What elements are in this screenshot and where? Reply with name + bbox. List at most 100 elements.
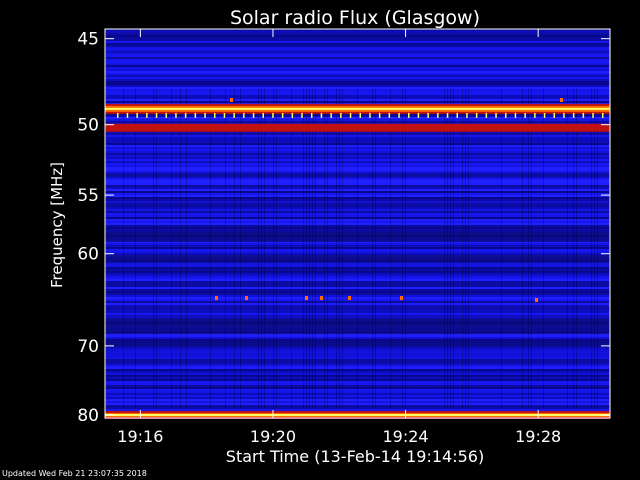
spectrum-row	[105, 61, 610, 63]
spectrogram-chart: 19:16 19:20 19:24 19:28 45 50 55 60 70 80 Solar …	[48, 7, 611, 466]
emission-band	[105, 125, 610, 130]
spectrum-row	[105, 55, 610, 57]
interference-marker	[456, 112, 458, 118]
interference-marker	[388, 112, 391, 118]
texture-column	[135, 89, 136, 408]
y-tick-label: 60	[77, 245, 99, 265]
texture-column	[405, 89, 406, 408]
interference-marker	[223, 112, 226, 118]
hot-spot	[230, 98, 233, 102]
hot-spot	[560, 98, 563, 102]
texture-column	[264, 89, 265, 408]
texture-column	[324, 89, 325, 408]
emission-band-core	[105, 107, 610, 110]
interference-marker	[378, 112, 381, 118]
texture-column	[522, 89, 523, 408]
interference-marker	[311, 112, 313, 118]
texture-column	[453, 89, 454, 408]
interference-marker	[495, 112, 497, 118]
interference-marker	[349, 112, 352, 118]
texture-column	[234, 89, 235, 408]
texture-column	[258, 89, 259, 408]
texture-column	[336, 89, 337, 408]
interference-marker	[524, 112, 526, 118]
x-tick-label: 19:16	[117, 427, 163, 446]
texture-column	[123, 89, 124, 408]
spectrum-row	[105, 43, 610, 45]
interference-marker	[437, 112, 439, 118]
texture-column	[468, 89, 469, 408]
y-tick-label: 80	[77, 406, 99, 426]
interference-marker	[301, 112, 303, 118]
spectrum-row	[105, 45, 610, 47]
spectrum-row	[105, 65, 610, 67]
interference-marker	[514, 112, 517, 118]
texture-column	[543, 89, 544, 408]
texture-column	[591, 89, 592, 408]
interference-marker	[534, 112, 536, 118]
texture-column	[342, 89, 343, 408]
spectrum-row	[105, 41, 610, 43]
spectrum-row	[105, 47, 610, 49]
texture-column	[327, 89, 328, 408]
hot-spot	[535, 298, 538, 302]
texture-column	[576, 89, 577, 408]
spectrum-row	[105, 73, 610, 75]
y-tick-label: 50	[77, 116, 99, 136]
interference-marker	[330, 112, 332, 118]
spectrum-row	[105, 409, 610, 411]
interference-marker	[340, 112, 342, 118]
spectrum-row	[105, 75, 610, 77]
interference-marker	[214, 112, 216, 118]
texture-column	[225, 89, 226, 408]
spectrum-row	[105, 79, 610, 81]
texture-column	[240, 89, 241, 408]
texture-column	[306, 89, 307, 408]
texture-column	[309, 89, 310, 408]
interference-marker	[417, 112, 420, 118]
texture-column	[501, 89, 502, 408]
texture-column	[402, 89, 403, 408]
hot-spot	[305, 296, 308, 300]
texture-column	[357, 89, 358, 408]
interference-marker	[369, 112, 371, 118]
texture-column	[303, 89, 304, 408]
interference-marker	[359, 112, 361, 118]
texture-column	[339, 89, 340, 408]
texture-column	[444, 89, 445, 408]
emission-band-core	[105, 413, 610, 416]
interference-marker	[582, 112, 585, 118]
texture-column	[450, 89, 451, 408]
hot-spot	[215, 296, 218, 300]
texture-column	[171, 89, 172, 408]
interference-marker	[184, 112, 187, 118]
texture-column	[531, 89, 532, 408]
interference-marker	[243, 112, 245, 118]
interference-marker	[427, 112, 429, 118]
interference-marker	[272, 112, 274, 118]
spectrum-row	[105, 53, 610, 55]
texture-column	[261, 89, 262, 408]
y-tick-label: 45	[77, 30, 99, 50]
spectrum-row	[105, 87, 610, 89]
interference-marker	[262, 112, 264, 118]
interference-marker	[466, 112, 468, 118]
spectrum-row	[105, 81, 610, 83]
interference-marker	[572, 112, 575, 118]
spectrum-row	[105, 71, 610, 73]
y-axis-label: Frequency [MHz]	[48, 162, 66, 288]
spectrum-row	[105, 83, 610, 85]
interference-marker	[126, 112, 129, 118]
spectrum-row	[105, 69, 610, 71]
interference-marker	[398, 112, 400, 118]
texture-column	[597, 89, 598, 408]
texture-column	[573, 89, 574, 408]
spectrogram-plot-area	[105, 29, 610, 419]
texture-column	[276, 89, 277, 408]
interference-marker	[446, 112, 449, 118]
texture-column	[156, 89, 157, 408]
interference-marker	[155, 112, 158, 118]
y-tick-label: 70	[77, 337, 99, 357]
spectrum-row	[105, 31, 610, 33]
spectrum-row	[105, 35, 610, 37]
